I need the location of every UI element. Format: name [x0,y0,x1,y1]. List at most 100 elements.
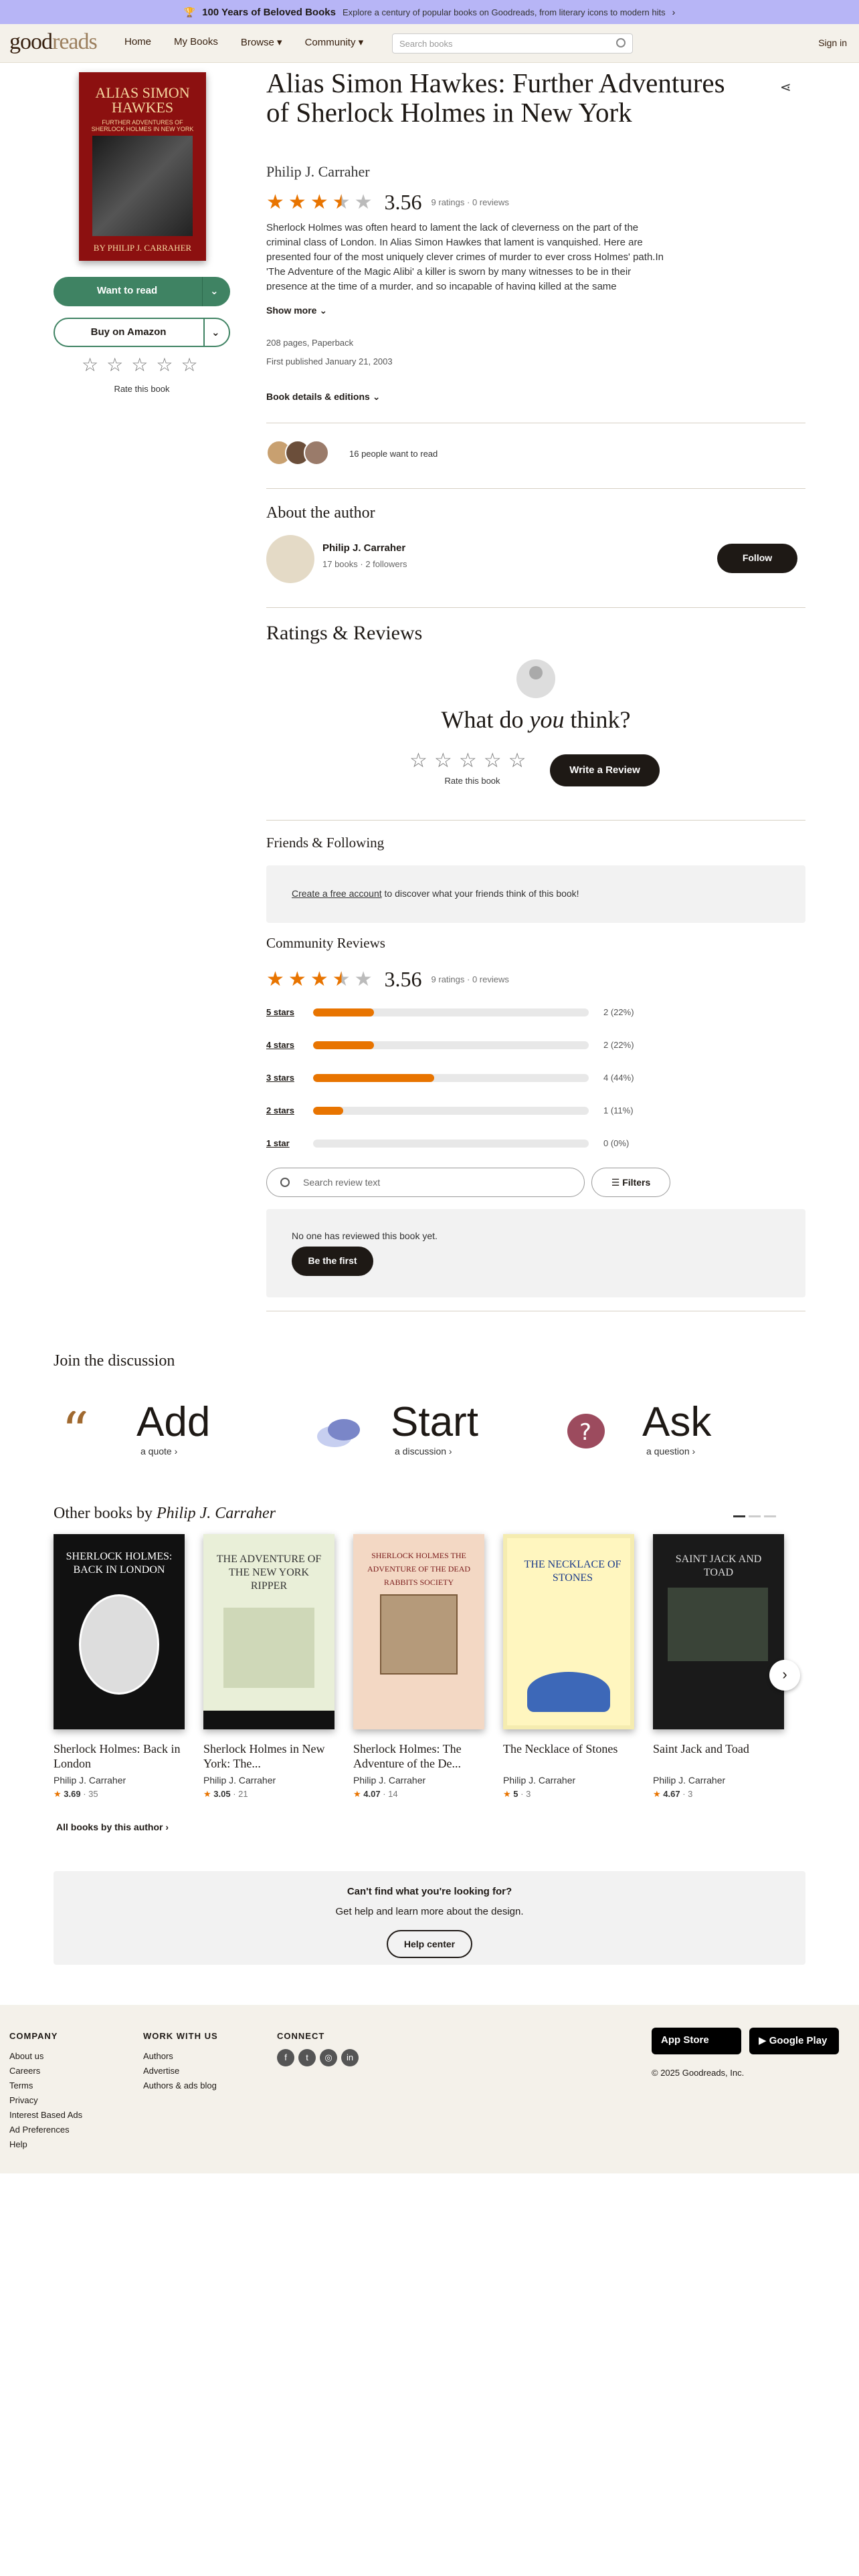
footer-link[interactable]: Privacy [9,2093,82,2108]
footer-link[interactable]: About us [9,2049,82,2064]
chevron-down-icon[interactable]: ⌄ [210,285,219,297]
book-card[interactable]: THE NECKLACE OF STONES The Necklace of S… [503,1534,634,1800]
star-half-icon: ★ [332,968,351,990]
book-details-button[interactable]: Book details & editions ⌄ [266,391,380,403]
star-4-icon[interactable]: ☆ [484,749,502,772]
rating-bar-2[interactable]: 2 stars 1 (11%) [266,1105,634,1115]
review-search-input[interactable]: Search review text [266,1168,585,1197]
help-subtext: Get help and learn more about the design… [335,1906,524,1917]
star-5-icon[interactable]: ☆ [181,356,197,374]
star-4-icon[interactable]: ☆ [156,356,173,374]
write-review-button[interactable]: Write a Review [550,754,660,786]
rating-bar-4[interactable]: 4 stars 2 (22%) [266,1040,634,1050]
carousel-dots[interactable] [733,1515,776,1517]
star-1-icon[interactable]: ☆ [82,356,98,374]
search-icon[interactable] [616,38,626,47]
svg-text:?: ? [579,1419,591,1446]
footer-link[interactable]: Careers [9,2064,82,2078]
twitter-icon[interactable]: t [298,2049,316,2066]
sign-in-link[interactable]: Sign in [818,37,847,48]
rating-bar-5[interactable]: 5 stars 2 (22%) [266,1007,634,1017]
site-header: goodreads Home My Books Browse ▾ Communi… [0,24,859,63]
footer-link[interactable]: Authors [143,2049,218,2064]
rating-counts[interactable]: 9 ratings · 0 reviews [432,197,509,207]
app-store-button[interactable]: App Store [652,2028,741,2054]
no-reviews-box: No one has reviewed this book yet. Be th… [266,1209,805,1297]
rating-counts: 9 ratings · 0 reviews [431,974,509,984]
show-more-button[interactable]: Show more ⌄ [266,305,327,316]
google-play-button[interactable]: ▶ Google Play [749,2028,839,2054]
join-discussion-heading: Join the discussion [54,1352,175,1370]
book-card[interactable]: THE ADVENTURE OF THE NEW YORK RIPPER She… [203,1534,335,1800]
footer-link[interactable]: Advertise [143,2064,218,2078]
goodreads-logo[interactable]: goodreads [9,29,98,55]
divider [266,488,805,489]
book-card[interactable]: SHERLOCK HOLMES: BACK IN LONDON Sherlock… [54,1534,185,1800]
cover-illustration [92,136,193,236]
carousel-next-button[interactable]: › [769,1660,800,1691]
avatar [304,440,329,465]
book-author: Philip J. Carraher [203,1775,276,1786]
book-cover[interactable]: ALIAS SIMON HAWKES FURTHER ADVENTURES OF… [79,72,206,261]
share-icon[interactable]: ⋖ [780,79,791,96]
chevron-down-icon[interactable]: ⌄ [211,326,220,338]
footer-link[interactable]: Help [9,2137,82,2152]
be-the-first-button[interactable]: Be the first [292,1247,373,1276]
what-do-you-think: What do you think? [441,706,631,733]
average-rating: 3.56 [384,967,422,991]
want-to-read-count[interactable]: 16 people want to read [349,449,438,459]
book-card[interactable]: SAINT JACK AND TOAD Saint Jack and Toad … [653,1534,784,1800]
play-icon: ▶ [759,2035,769,2046]
nav-community[interactable]: Community ▾ [305,36,364,48]
all-books-link[interactable]: All books by this author › [54,1816,171,1838]
footer-work: WORK WITH US Authors Advertise Authors &… [143,2029,218,2093]
nav-my-books[interactable]: My Books [174,36,218,48]
add-label: Add [136,1399,211,1445]
chevron-down-icon: ⌄ [372,391,381,402]
book-author[interactable]: Philip J. Carraher [266,163,370,181]
star-2-icon[interactable]: ☆ [106,356,123,374]
question-icon: ? [567,1414,605,1448]
author-name[interactable]: Philip J. Carraher [322,542,405,554]
author-avatar[interactable] [266,535,314,583]
rate-stars[interactable]: ☆ ☆ ☆ ☆ ☆ [409,749,527,772]
help-center-button[interactable]: Help center [387,1930,472,1958]
star-1-icon[interactable]: ☆ [409,749,427,772]
star-empty-icon: ★ [354,968,373,990]
footer-company: COMPANY About us Careers Terms Privacy I… [9,2029,82,2152]
book-rating: ★ 4.07 · 14 [353,1789,398,1799]
search-input[interactable]: Search books [392,33,633,53]
nav-home[interactable]: Home [124,36,151,48]
star-5-icon[interactable]: ☆ [508,749,527,772]
instagram-icon[interactable]: ◎ [320,2049,337,2066]
want-to-read-label: Want to read [96,285,158,296]
star-2-icon[interactable]: ☆ [434,749,452,772]
filters-button[interactable]: ☰ Filters [591,1168,670,1197]
follow-button[interactable]: Follow [717,544,797,573]
footer-link[interactable]: Authors & ads blog [143,2078,218,2093]
book-card[interactable]: SHERLOCK HOLMES THE ADVENTURE OF THE DEA… [353,1534,484,1800]
reader-avatars[interactable] [266,440,329,465]
star-3-icon[interactable]: ☆ [131,356,148,374]
nav-browse[interactable]: Browse ▾ [241,36,282,48]
want-to-read-button[interactable]: Want to read ⌄ [54,277,230,306]
no-reviews-text: No one has reviewed this book yet. [292,1230,438,1241]
buy-on-amazon-button[interactable]: Buy on Amazon ⌄ [54,318,230,347]
book-title: Sherlock Holmes in New York: The... [203,1742,325,1770]
promo-banner[interactable]: 🏆 100 Years of Beloved Books Explore a c… [0,0,859,24]
footer-link[interactable]: Ad Preferences [9,2123,82,2137]
footer-link[interactable]: Interest Based Ads [9,2108,82,2123]
star-3-icon[interactable]: ☆ [459,749,477,772]
filter-icon: ☰ [611,1177,620,1188]
book-cover: SHERLOCK HOLMES: BACK IN LONDON [54,1534,185,1729]
book-title: Sherlock Holmes: Back in London [54,1742,181,1770]
rating-bar-1[interactable]: 1 star 0 (0%) [266,1138,629,1148]
linkedin-icon[interactable]: in [341,2049,359,2066]
facebook-icon[interactable]: f [277,2049,294,2066]
star-filled-icon: ★ [266,191,284,213]
rating-bar-3[interactable]: 3 stars 4 (44%) [266,1073,634,1083]
author-meta: 17 books · 2 followers [322,559,407,569]
create-account-link[interactable]: Create a free account [292,888,382,899]
rate-stars[interactable]: ☆ ☆ ☆ ☆ ☆ [82,356,198,374]
footer-link[interactable]: Terms [9,2078,82,2093]
